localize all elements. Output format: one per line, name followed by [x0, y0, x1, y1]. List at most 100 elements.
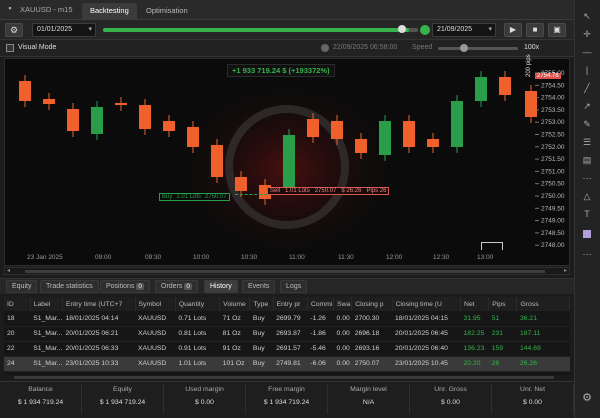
play-icon[interactable]: ▶: [504, 23, 522, 37]
time-tick-label: 09:30: [145, 254, 162, 261]
horizontal-line-icon[interactable]: —: [581, 46, 593, 58]
tab-positions[interactable]: Positions 0: [100, 280, 151, 293]
column-header[interactable]: Net: [460, 297, 490, 311]
column-header[interactable]: Closing p: [351, 297, 393, 311]
table-cell: 2749.81: [273, 356, 308, 372]
sell-pips: Pips 26: [366, 188, 387, 194]
more-icon[interactable]: ⋯: [581, 248, 593, 260]
price-tick-label: 2748.00: [541, 242, 565, 249]
tab-optimisation[interactable]: Optimisation: [138, 3, 196, 20]
table-row[interactable]: 20 S1_Mar... 20/01/2025 06:21 XAUUSD 0.81 Lo…: [4, 326, 570, 342]
scroll-left-icon[interactable]: ◂: [7, 268, 10, 274]
table-cell: 18/01/2025 04:14: [62, 311, 136, 327]
column-header[interactable]: Type: [249, 297, 274, 311]
column-header[interactable]: Pips: [488, 297, 518, 311]
backtest-progress-fill: [103, 28, 409, 32]
candle-body: [475, 77, 487, 101]
candle-body: [163, 121, 175, 131]
buy-trade-tag[interactable]: Buy 1.01 Lots 2750.07: [159, 193, 230, 201]
cursor-icon[interactable]: ↖: [581, 10, 593, 22]
candle-body: [91, 107, 103, 134]
summary-item: Equity $ 1 934 719.24: [82, 384, 164, 414]
table-cell: 136.23: [460, 341, 489, 357]
table-scrollbar[interactable]: [4, 375, 570, 380]
tab-equity[interactable]: Equity: [6, 280, 38, 293]
triangle-icon[interactable]: △: [581, 190, 593, 202]
column-header[interactable]: Commi: [307, 297, 335, 311]
table-cell: 2696.18: [351, 326, 392, 342]
instance-title: XAUUSD - m15: [20, 5, 73, 14]
tab-orders[interactable]: Orders 0: [155, 280, 199, 293]
tab-equity-label: Equity: [12, 283, 32, 290]
tab-trade-statistics[interactable]: Trade statistics: [40, 280, 99, 293]
start-date-field[interactable]: 01/01/2025 ▾: [32, 23, 96, 37]
price-chart[interactable]: 2755.002754.502754.002753.502753.002752.…: [4, 54, 570, 266]
menu-icon[interactable]: ▪: [4, 2, 16, 14]
summary-label: Unr. Gross: [434, 386, 467, 393]
pencil-icon[interactable]: ✎: [581, 118, 593, 130]
tab-events[interactable]: Events: [242, 280, 276, 293]
column-header[interactable]: Label: [30, 297, 63, 311]
column-header[interactable]: Swa: [333, 297, 353, 311]
price-tick-label: 2754.00: [541, 95, 565, 102]
channel-icon[interactable]: ▤: [581, 154, 593, 166]
table-row[interactable]: 24 S1_Mar... 23/01/2025 10:33 XAUUSD 1.01 Lo…: [4, 356, 570, 372]
column-header[interactable]: ID: [4, 297, 31, 311]
column-header[interactable]: Symbol: [135, 297, 176, 311]
table-cell: -5.46: [307, 341, 334, 357]
grid-icon[interactable]: ⋯: [581, 172, 593, 184]
candle-body: [43, 99, 55, 104]
table-cell: S1_Mar...: [30, 356, 63, 372]
speed-slider[interactable]: [438, 47, 518, 50]
table-cell: 20.20: [460, 356, 489, 372]
visual-mode-checkbox[interactable]: [6, 44, 14, 52]
scroll-thumb[interactable]: [25, 270, 545, 273]
column-header[interactable]: Gross: [516, 297, 570, 311]
summary-item: Unr. Net $ 0.00: [492, 384, 574, 414]
time-tick-label: 10:30: [241, 254, 258, 261]
settings-icon[interactable]: ⚙: [581, 392, 593, 404]
candle-body: [355, 139, 367, 153]
end-date-value: 21/09/2025: [437, 26, 473, 33]
column-header[interactable]: Closing time (U: [392, 297, 462, 311]
end-date-field[interactable]: 21/09/2025 ▾: [432, 23, 496, 37]
save-icon[interactable]: ▣: [548, 23, 566, 37]
summary-item: Unr. Gross $ 0.00: [410, 384, 492, 414]
summary-value: $ 0.00: [523, 399, 542, 406]
table-cell: 231: [488, 326, 517, 342]
column-header[interactable]: Entry time (UTC+7: [62, 297, 136, 311]
table-row[interactable]: 18 S1_Mar... 18/01/2025 04:14 XAUUSD 0.71 Lo…: [4, 311, 570, 327]
crosshair-icon[interactable]: ✛: [581, 28, 593, 40]
table-cell: XAUUSD: [135, 311, 176, 327]
tab-history[interactable]: History: [204, 280, 238, 293]
table-cell: XAUUSD: [135, 341, 176, 357]
vertical-line-icon[interactable]: |: [581, 64, 593, 76]
scroll-right-icon[interactable]: ▸: [564, 268, 567, 274]
time-tick-label: 13:00: [477, 254, 494, 261]
column-header[interactable]: Quantity: [175, 297, 221, 311]
buy-price: 2750.07: [205, 194, 227, 200]
progress-handle[interactable]: [398, 25, 406, 33]
table-scroll-thumb[interactable]: [14, 376, 554, 379]
tab-backtesting[interactable]: Backtesting: [82, 3, 137, 20]
table-cell: 71 Oz: [219, 311, 250, 327]
ray-icon[interactable]: ↗: [581, 100, 593, 112]
table-row[interactable]: 22 S1_Mar... 20/01/2025 06:33 XAUUSD 0.91 Lo…: [4, 341, 570, 357]
stop-icon[interactable]: ■: [526, 23, 544, 37]
text-icon[interactable]: T: [581, 208, 593, 220]
table-cell: 187.11: [516, 326, 570, 342]
trend-line-icon[interactable]: ╱: [581, 82, 593, 94]
tab-logs[interactable]: Logs: [280, 280, 308, 293]
speed-slider-handle[interactable]: [460, 44, 468, 52]
column-header[interactable]: Entry pr: [273, 297, 308, 311]
color-swatch-icon[interactable]: [583, 230, 591, 238]
chevron-down-icon: ▾: [88, 26, 92, 33]
column-header[interactable]: Volume: [219, 297, 251, 311]
chart-scrollbar[interactable]: ◂ ▸: [4, 267, 570, 275]
table-cell: Buy: [249, 356, 274, 372]
table-cell: 20: [4, 326, 31, 342]
fibonacci-icon[interactable]: ☰: [581, 136, 593, 148]
sell-trade-tag[interactable]: Sell 1.01 Lots 2750.07 $ 26.26 Pips 26: [267, 187, 390, 195]
summary-label: Unr. Net: [520, 386, 545, 393]
settings-gear-icon[interactable]: ⚙: [5, 23, 23, 37]
